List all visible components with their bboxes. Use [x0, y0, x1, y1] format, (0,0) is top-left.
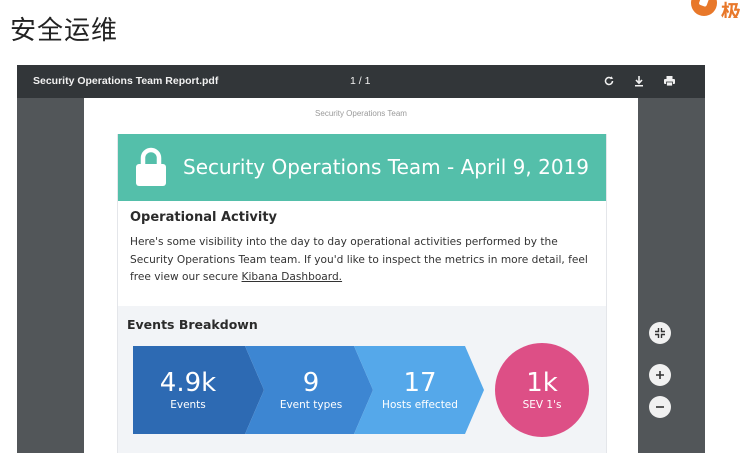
report-title: Security Operations Team - April 9, 2019: [183, 155, 589, 179]
download-icon: [635, 76, 643, 87]
print-icon: [663, 76, 675, 87]
metric-value: 9: [302, 368, 320, 398]
report-card: Security Operations Team - April 9, 2019…: [117, 134, 607, 453]
metric-label: Hosts effected: [382, 399, 458, 411]
zoom-in-button[interactable]: [649, 364, 671, 386]
metric-events: 4.9k Events: [133, 368, 243, 412]
pdf-toolbar: Security Operations Team Report.pdf 1 / …: [17, 65, 705, 98]
metric-sev1: 1k SEV 1's: [495, 368, 589, 412]
brand-mark-icon: [691, 0, 717, 16]
page-header: Security Operations Team: [315, 109, 407, 118]
section-body: Here's some visibility into the day to d…: [130, 234, 602, 287]
lock-icon: [136, 147, 166, 186]
metric-label: Event types: [279, 399, 343, 411]
fit-page-button[interactable]: [649, 322, 671, 344]
zoom-out-button[interactable]: [649, 396, 671, 418]
zoom-out-icon: [656, 406, 664, 408]
print-button[interactable]: [659, 71, 679, 91]
metric-value: 4.9k: [159, 368, 217, 398]
metric-label: SEV 1's: [522, 399, 562, 411]
slide-title: 安全运维: [10, 16, 119, 46]
zoom-in-icon: [656, 371, 664, 379]
download-button[interactable]: [629, 71, 649, 91]
kibana-dashboard-link[interactable]: Kibana Dashboard.: [242, 271, 343, 283]
report-banner: Security Operations Team - April 9, 2019: [118, 134, 606, 201]
pdf-filename: Security Operations Team Report.pdf: [33, 75, 219, 87]
section-title: Operational Activity: [130, 210, 278, 225]
metric-value: 17: [403, 368, 437, 398]
metric-value: 1k: [526, 368, 558, 398]
brand-text: 极: [721, 0, 741, 18]
metric-event-types: 9 Event types: [256, 368, 366, 412]
metric-hosts: 17 Hosts effected: [364, 368, 476, 412]
rotate-icon: [604, 76, 614, 86]
metric-label: Events: [170, 399, 206, 411]
section-body-text: Here's some visibility into the day to d…: [130, 236, 588, 283]
fit-page-icon: [655, 328, 665, 338]
events-panel: Events Breakdown 4.9k Events 9 Event typ…: [118, 306, 606, 453]
pdf-viewer: Security Operations Team Report.pdf 1 / …: [17, 65, 705, 453]
rotate-button[interactable]: [599, 71, 619, 91]
page-indicator: 1 / 1: [350, 75, 371, 87]
pdf-page: Security Operations Team Security Operat…: [84, 98, 638, 453]
brand-logo: 极: [685, 0, 745, 18]
